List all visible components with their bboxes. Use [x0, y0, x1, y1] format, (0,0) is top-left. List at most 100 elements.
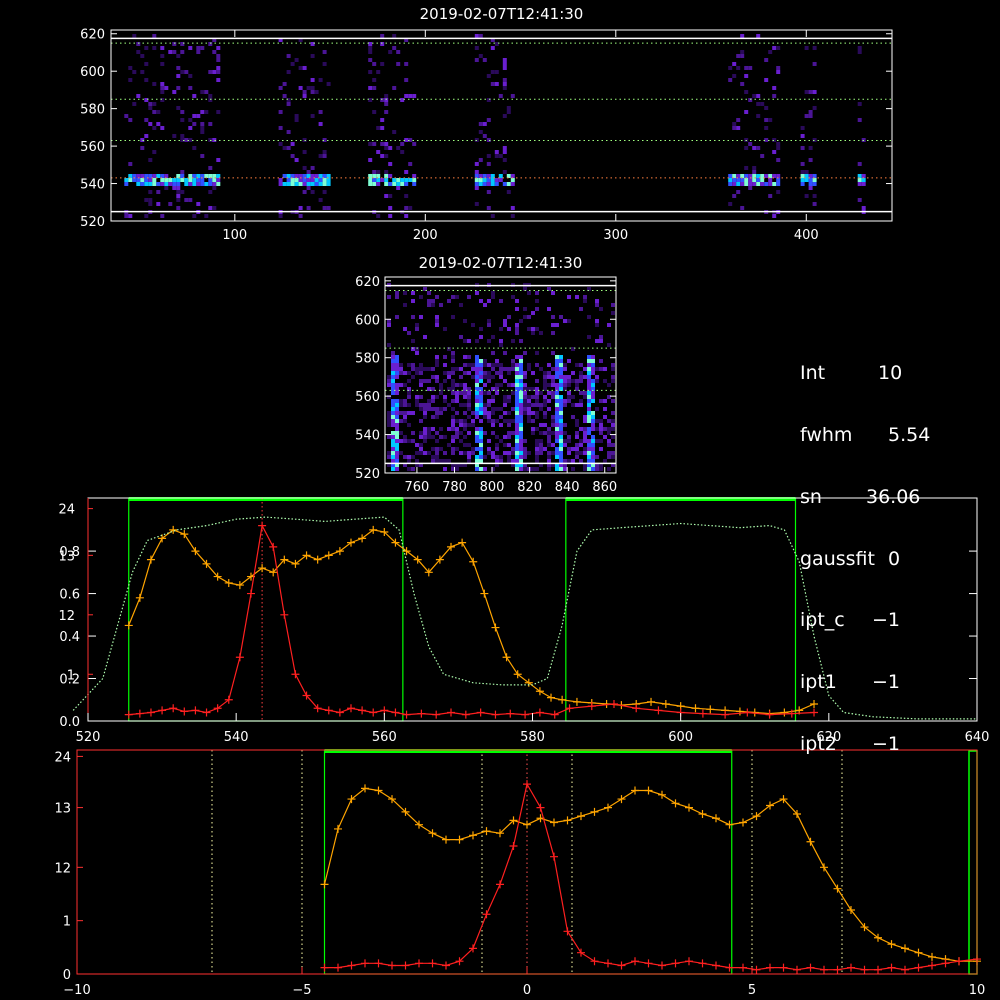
heatmap-pixel: [527, 395, 531, 399]
heatmap-pixel: [412, 182, 417, 186]
heatmap-pixel: [368, 142, 373, 146]
heatmap-pixel: [491, 351, 495, 355]
heatmap-pixel: [527, 367, 531, 371]
heatmap-pixel: [467, 415, 471, 419]
heatmap-pixel: [376, 178, 381, 182]
heatmap-pixel: [499, 407, 503, 411]
heatmap-pixel: [523, 403, 527, 407]
heatmap-pixel: [740, 82, 745, 86]
heatmap-pixel: [756, 94, 761, 98]
heatmap-pixel: [467, 455, 471, 459]
heatmap-pixel: [455, 367, 459, 371]
heatmap-pixel: [474, 162, 479, 166]
heatmap-pixel: [808, 146, 813, 150]
heatmap-pixel: [483, 403, 487, 407]
heatmap-pixel: [463, 411, 467, 415]
data-marker: [480, 589, 489, 598]
heatmap-pixel: [391, 459, 395, 463]
heatmap-pixel: [583, 427, 587, 431]
heatmap-pixel: [772, 86, 777, 90]
heatmap-pixel: [857, 102, 862, 106]
heatmap-pixel: [212, 174, 217, 178]
heatmap-pixel: [164, 174, 169, 178]
heatmap-pixel: [128, 214, 133, 218]
heatmap-pixel: [519, 431, 523, 435]
data-marker: [280, 610, 289, 619]
heatmap-pixel: [772, 174, 777, 178]
heatmap-pixel: [474, 34, 479, 38]
heatmap-pixel: [463, 319, 467, 323]
heatmap-pixel: [551, 415, 555, 419]
heatmap-pixel: [399, 411, 403, 415]
data-marker: [743, 708, 752, 717]
data-marker: [563, 927, 572, 936]
heatmap-pixel: [310, 182, 315, 186]
heatmap-pixel: [176, 106, 181, 110]
data-marker: [779, 963, 788, 972]
heatmap-pixel: [599, 431, 603, 435]
heatmap-pixel: [475, 431, 479, 435]
heatmap-pixel: [575, 451, 579, 455]
data-marker: [604, 803, 612, 812]
info-row-fwhm: fwhm 5.54: [800, 425, 930, 446]
heatmap-pixel: [551, 431, 555, 435]
heatmap-pixel: [395, 375, 399, 379]
heatmap-pixel: [535, 455, 539, 459]
heatmap-pixel: [499, 455, 503, 459]
heatmap-pixel: [486, 190, 491, 194]
heatmap-pixel: [412, 174, 417, 178]
heatmap-pixel: [599, 367, 603, 371]
heatmap-pixel: [487, 447, 491, 451]
info-row-ipt2: ipt2 −1: [800, 734, 930, 755]
heatmap-pixel: [368, 158, 373, 162]
heatmap-pixel: [591, 355, 595, 359]
heatmap-pixel: [322, 174, 327, 178]
data-marker: [766, 963, 774, 972]
heatmap-pixel: [499, 383, 503, 387]
heatmap-pixel: [543, 447, 547, 451]
heatmap-pixel: [380, 154, 385, 158]
heatmap-pixel: [555, 415, 559, 419]
data-marker: [180, 530, 189, 539]
x-tick-label: 540: [224, 730, 249, 745]
data-marker: [335, 708, 344, 717]
heatmap-pixel: [748, 66, 753, 70]
heatmap-pixel: [144, 78, 149, 82]
heatmap-pixel: [515, 395, 519, 399]
heatmap-pixel: [463, 363, 467, 367]
heatmap-pixel: [559, 431, 563, 435]
heatmap-pixel: [511, 407, 515, 411]
heatmap-pixel: [515, 443, 519, 447]
heatmap-pixel: [196, 202, 201, 206]
transmission-band: [565, 498, 797, 722]
heatmap-pixel: [595, 303, 599, 307]
heatmap-pixel: [523, 455, 527, 459]
heatmap-pixel: [611, 443, 615, 447]
heatmap-pixel: [519, 407, 523, 411]
heatmap-pixel: [411, 411, 415, 415]
data-marker: [146, 555, 155, 564]
heatmap-pixel: [571, 447, 575, 451]
x-tick-label: 5: [748, 983, 756, 998]
heatmap-pixel: [172, 186, 177, 190]
heatmap-pixel: [128, 174, 133, 178]
heatmap-pixel: [467, 339, 471, 343]
heatmap-pixel: [611, 411, 615, 415]
heatmap-pixel: [136, 182, 141, 186]
heatmap-pixel: [543, 379, 547, 383]
heatmap-pixel: [760, 178, 765, 182]
heatmap-pixel: [286, 102, 291, 106]
heatmap-pixel: [599, 439, 603, 443]
heatmap-pixel: [391, 439, 395, 443]
heatmap-pixel: [591, 419, 595, 423]
heatmap-pixel: [535, 363, 539, 367]
data-marker: [550, 852, 558, 861]
heatmap-pixel: [396, 62, 401, 66]
data-marker: [415, 959, 423, 968]
heatmap-pixel: [502, 146, 507, 150]
heatmap-pixel: [423, 367, 427, 371]
heatmap-pixel: [732, 62, 737, 66]
heatmap-pixel: [587, 419, 591, 423]
heatmap-pixel: [515, 431, 519, 435]
heatmap-pixel: [808, 182, 813, 186]
